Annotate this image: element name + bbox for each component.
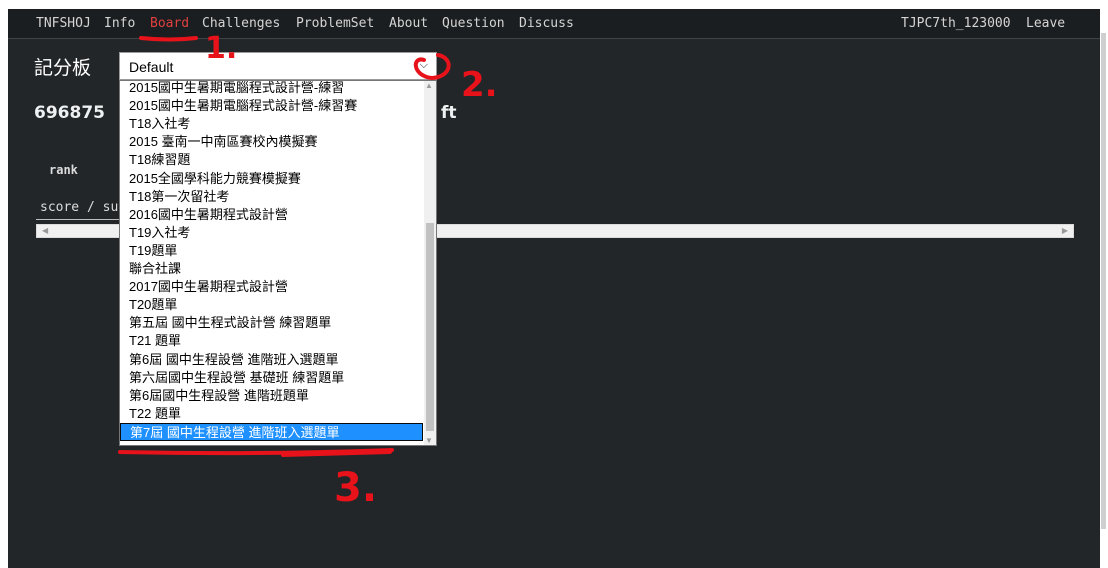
dropdown-option[interactable]: 第6屆 國中生程設營 進階班入選題單 [120,351,423,369]
dropdown-option[interactable]: T18入社考 [120,115,423,133]
dropdown-option[interactable]: T20題單 [120,296,423,314]
nav-board[interactable]: Board [150,16,189,31]
nav-challenges[interactable]: Challenges [202,16,280,31]
page-scroll-thumb[interactable] [1101,33,1106,529]
dropdown-option[interactable]: 2017國中生暑期程式設計營 [120,278,423,296]
nav-user[interactable]: TJPC7th_123000 [901,16,1011,31]
dropdown-option[interactable]: T18練習題 [120,151,423,169]
top-navbar: TNFSHOJ Info Board Challenges ProblemSet… [8,9,1100,39]
dropdown-option[interactable]: T19入社考 [120,224,423,242]
dropdown-option[interactable]: 2015國中生暑期電腦程式設計營-練習 [120,81,423,97]
dropdown-option[interactable]: T22 題單 [120,405,423,423]
header-divider [36,219,120,220]
dropdown-option[interactable]: 第6屆國中生程設營 進階班題單 [120,387,423,405]
dropdown-option[interactable]: T18第一次留社考 [120,188,423,206]
dropdown-option[interactable]: 2015國中生暑期電腦程式設計營-練習賽 [120,97,423,115]
nav-brand[interactable]: TNFSHOJ [36,16,91,31]
dropdown-option[interactable]: 2015全國學科能力競賽模擬賽 [120,170,423,188]
dropdown-option[interactable]: 2016國中生暑期程式設計營 [120,206,423,224]
rank-column-header: rank [49,163,78,177]
nav-info[interactable]: Info [104,16,135,31]
scroll-down-icon[interactable]: ▼ [425,436,433,445]
dropdown-scroll-thumb[interactable] [426,223,434,431]
score-column-header: score / su [40,200,119,215]
board-select-dropdown[interactable]: 2015國中生暑期電腦程式設計營-練習 2015國中生暑期電腦程式設計營-練習賽 T… [119,80,437,446]
dropdown-option[interactable]: 2015 臺南一中南區賽校內模擬賽 [120,133,423,151]
dropdown-option[interactable]: T19題單 [120,242,423,260]
board-name-tail: ft [441,103,457,123]
scroll-up-icon[interactable]: ▲ [425,81,433,90]
dropdown-option[interactable]: 第7屆 國中生程設營 進階班入選題單 [120,422,423,441]
page-scrollbar[interactable] [1100,9,1108,568]
nav-question[interactable]: Question [442,16,505,31]
nav-problemset[interactable]: ProblemSet [296,16,374,31]
board-select-value: Default [129,59,174,75]
chevron-down-icon: ⌵ [419,59,428,71]
dropdown-option[interactable]: T21 題單 [120,332,423,350]
scroll-left-icon[interactable]: ◀ [42,225,48,237]
board-select[interactable]: Default ⌵ [119,52,437,80]
page-title: 記分板 [34,58,92,79]
dropdown-option[interactable]: 聯合社課 [120,260,423,278]
nav-discuss[interactable]: Discuss [519,16,574,31]
scroll-right-icon[interactable]: ▶ [1062,225,1068,237]
nav-about[interactable]: About [389,16,428,31]
board-name: 696875 [34,103,105,123]
dropdown-option[interactable]: 第六屆國中生程設營 基礎班 練習題單 [120,369,423,387]
nav-leave[interactable]: Leave [1026,16,1065,31]
dropdown-scrollbar[interactable]: ▲ ▼ [424,81,436,445]
dropdown-option[interactable]: 第五屆 國中生程式設計營 練習題單 [120,314,423,332]
